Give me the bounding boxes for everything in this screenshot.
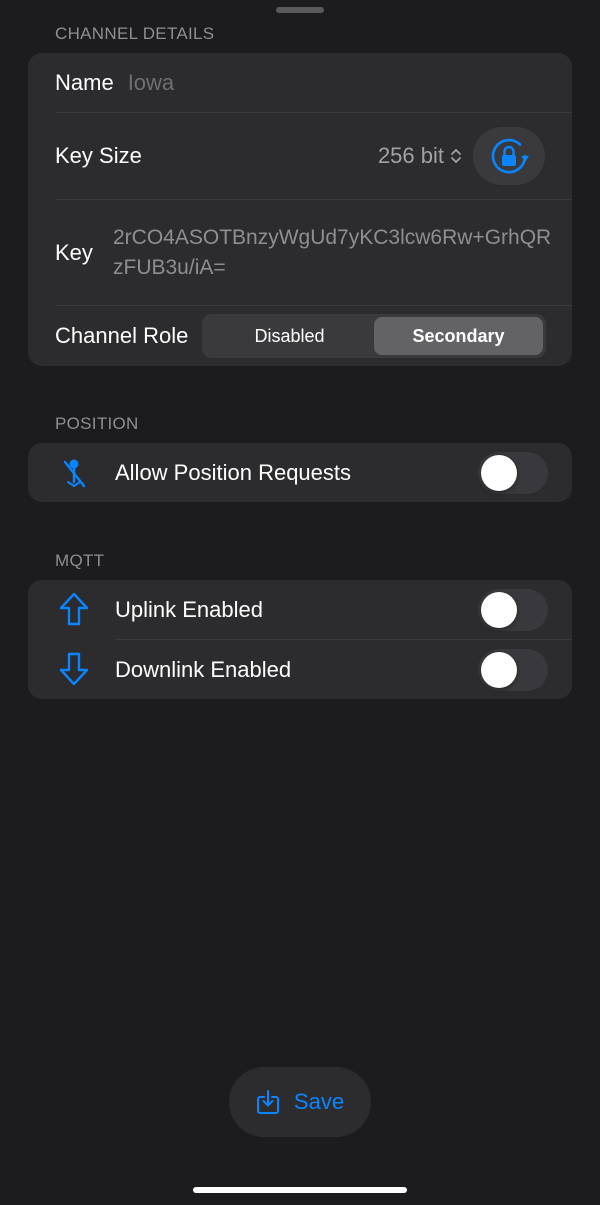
downlink-label: Downlink Enabled: [115, 657, 292, 682]
channel-details-card: Name Iowa Key Size 256 bit Key 2rCO4ASOT…: [28, 53, 572, 366]
uplink-label: Uplink Enabled: [115, 597, 263, 622]
segment-disabled[interactable]: Disabled: [205, 317, 374, 355]
name-field[interactable]: Iowa: [128, 70, 174, 96]
segment-secondary[interactable]: Secondary: [374, 317, 543, 355]
mqtt-header: MQTT: [55, 551, 105, 570]
allow-position-requests-toggle[interactable]: [478, 452, 548, 494]
allow-position-requests-row: Allow Position Requests: [28, 443, 572, 502]
key-row: Key 2rCO4ASOTBnzyWgUd7yKC3lcw6Rw+GrhQRzF…: [28, 200, 572, 305]
key-size-picker[interactable]: 256 bit: [378, 143, 462, 169]
position-header: POSITION: [55, 414, 139, 433]
channel-details-header: CHANNEL DETAILS: [55, 24, 215, 43]
key-size-row: Key Size 256 bit: [28, 113, 572, 199]
toggle-knob: [481, 455, 517, 491]
lock-rotation-icon: [491, 138, 529, 174]
name-label: Name: [55, 70, 114, 95]
key-size-label: Key Size: [55, 143, 142, 168]
arrow-up-icon: [56, 591, 92, 627]
chevron-up-down-icon: [451, 149, 461, 163]
channel-role-segmented-control[interactable]: Disabled Secondary: [202, 314, 546, 358]
channel-role-label: Channel Role: [55, 323, 189, 348]
allow-position-requests-label: Allow Position Requests: [115, 460, 352, 485]
sheet-grabber[interactable]: [276, 7, 324, 13]
uplink-row: Uplink Enabled: [28, 580, 572, 639]
key-field[interactable]: 2rCO4ASOTBnzyWgUd7yKC3lcw6Rw+GrhQRzFUB3u…: [113, 223, 553, 283]
regenerate-key-button[interactable]: [473, 127, 545, 185]
arrow-down-icon: [56, 651, 92, 687]
home-indicator: [193, 1187, 407, 1193]
mqtt-card: Uplink Enabled Downlink Enabled: [28, 580, 572, 699]
toggle-knob: [481, 652, 517, 688]
save-button[interactable]: Save: [229, 1067, 371, 1137]
download-tray-icon: [256, 1090, 279, 1114]
toggle-knob: [481, 592, 517, 628]
name-row[interactable]: Name Iowa: [28, 53, 572, 113]
uplink-toggle[interactable]: [478, 589, 548, 631]
channel-form-sheet: CHANNEL DETAILS Name Iowa Key Size 256 b…: [0, 0, 600, 1205]
location-slash-icon: [56, 455, 92, 491]
position-card: Allow Position Requests: [28, 443, 572, 502]
channel-role-row: Channel Role Disabled Secondary: [28, 306, 572, 366]
save-label: Save: [293, 1089, 345, 1114]
key-size-value: 256 bit: [377, 143, 444, 168]
key-label: Key: [55, 239, 93, 265]
downlink-row: Downlink Enabled: [28, 640, 572, 699]
downlink-toggle[interactable]: [478, 649, 548, 691]
